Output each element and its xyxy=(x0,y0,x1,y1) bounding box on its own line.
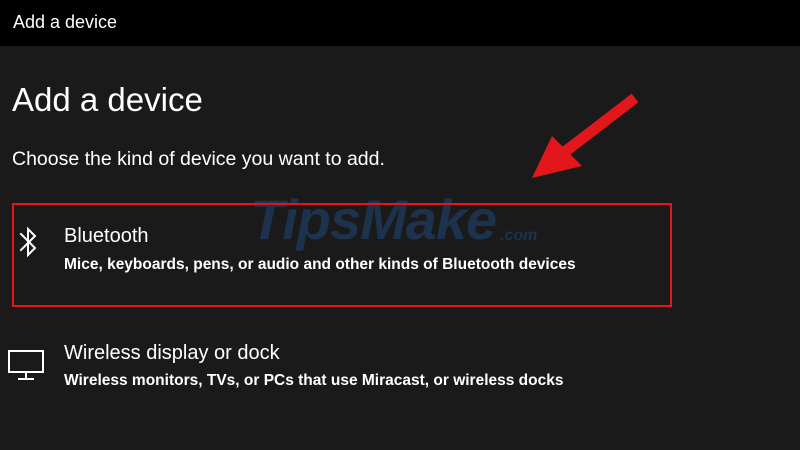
add-device-dialog: Add a device Add a device Choose the kin… xyxy=(0,0,800,450)
option-bluetooth-label: Bluetooth xyxy=(64,225,149,247)
page-heading: Add a device xyxy=(12,81,203,118)
option-bluetooth[interactable]: Bluetooth Mice, keyboards, pens, or audi… xyxy=(12,203,672,307)
option-wireless-display-description: Wireless monitors, TVs, or PCs that use … xyxy=(64,372,564,389)
option-wireless-display[interactable]: Wireless display or dock Wireless monito… xyxy=(8,330,672,402)
page-subheading: Choose the kind of device you want to ad… xyxy=(12,148,385,170)
option-wireless-display-label: Wireless display or dock xyxy=(64,342,280,364)
window-title: Add a device xyxy=(13,12,118,32)
monitor-icon xyxy=(6,348,46,387)
option-bluetooth-description: Mice, keyboards, pens, or audio and othe… xyxy=(64,256,576,273)
bluetooth-icon xyxy=(18,225,40,264)
red-arrow-icon xyxy=(532,93,639,178)
title-bar: Add a device xyxy=(0,0,800,46)
